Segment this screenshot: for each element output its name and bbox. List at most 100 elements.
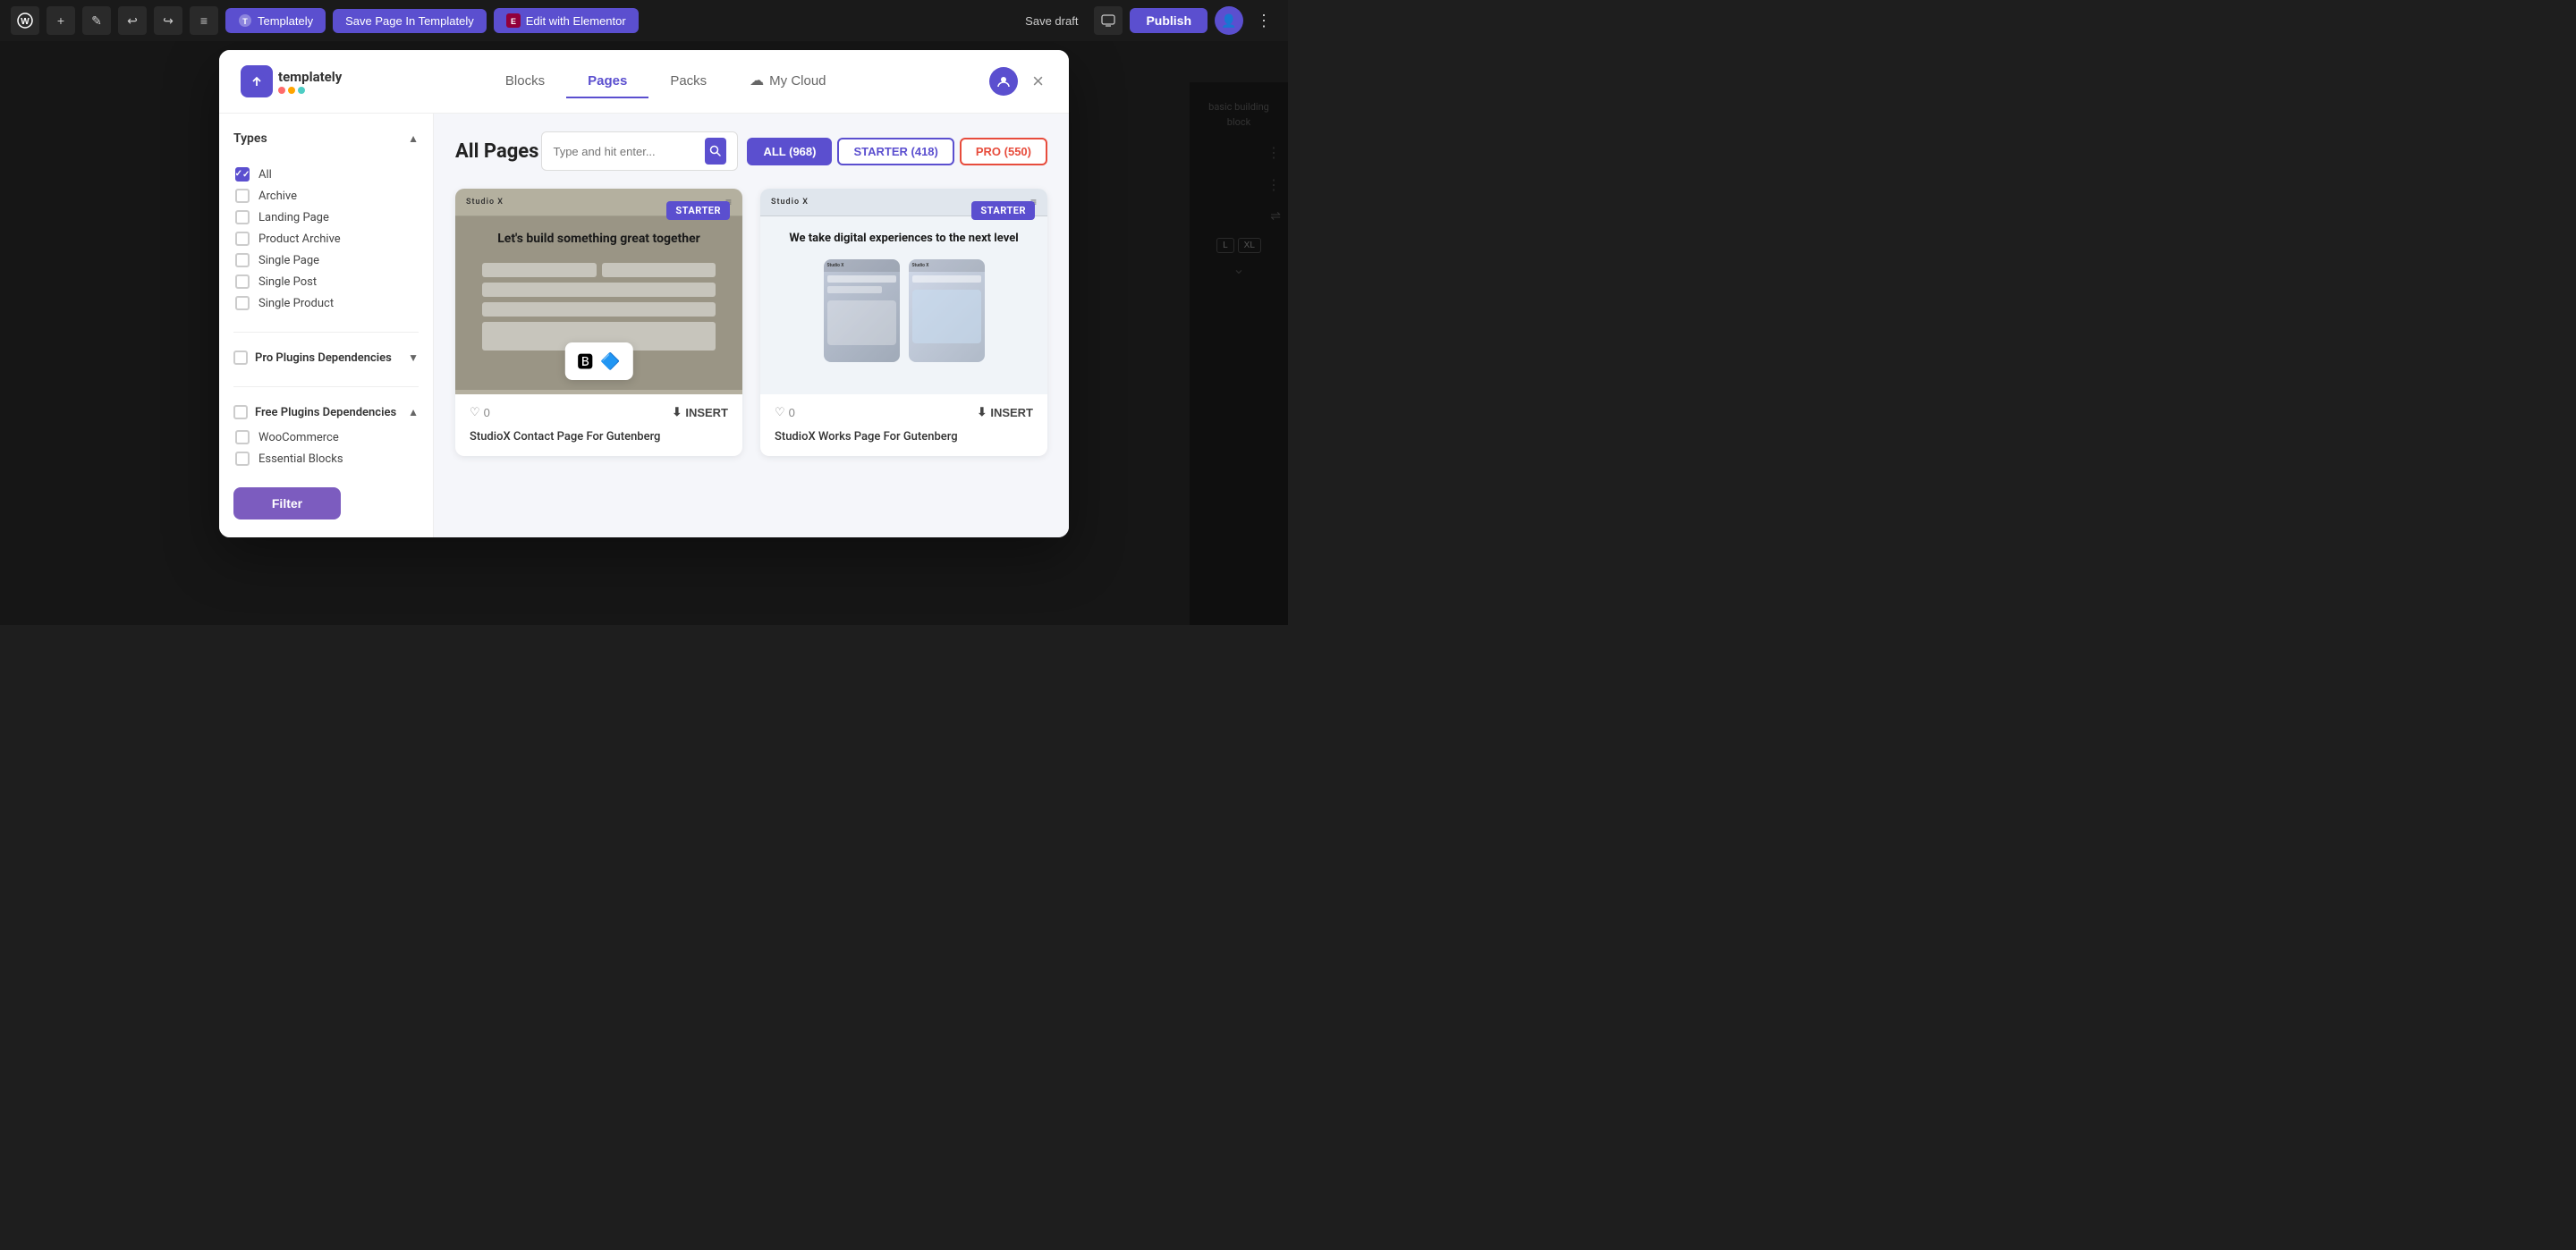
modal-header: templately Blocks P [219,50,1069,114]
phone-right-content [909,272,985,347]
redo-button[interactable]: ↪ [154,6,182,35]
filter-item-archive[interactable]: Archive [233,185,419,207]
checkbox-essential-blocks[interactable] [235,452,250,466]
filter-item-single-product[interactable]: Single Product [233,292,419,314]
tab-packs[interactable]: Packs [648,64,728,98]
card-1-preview[interactable]: Studio X ≡ Let's build something great t… [455,189,742,394]
save-page-button[interactable]: Save Page In Templately [333,9,487,33]
card-2-heading: We take digital experiences to the next … [789,231,1018,247]
plugin-icon-gutenberg: 🔷 [600,352,620,371]
filter-item-all[interactable]: ✓ All [233,164,419,185]
filter-tab-all[interactable]: ALL (968) [747,138,832,165]
card-1-insert-label: INSERT [685,406,728,419]
checkbox-archive[interactable] [235,189,250,203]
filter-item-woocommerce[interactable]: WooCommerce [233,427,419,448]
tab-mycloud[interactable]: ☁ My Cloud [728,64,847,98]
pro-plugins-header: Pro Plugins Dependencies [233,351,392,365]
svg-text:W: W [21,17,30,27]
checkbox-single-product[interactable] [235,296,250,310]
svg-text:T: T [242,17,248,26]
filter-item-landing[interactable]: Landing Page [233,207,419,228]
card-2-heart-button[interactable]: ♡ 0 [775,405,795,419]
save-draft-button[interactable]: Save draft [1016,9,1087,33]
save-page-label: Save Page In Templately [345,14,474,28]
card-1-heart-count: 0 [484,406,490,419]
more-options-button[interactable]: ⋮ [1250,8,1277,34]
phone-left-content [824,272,900,349]
filter-item-single-page[interactable]: Single Page [233,249,419,271]
card-2-insert-button[interactable]: ⬇ INSERT [977,405,1033,419]
undo-button[interactable]: ↩ [118,6,147,35]
wp-logo-button[interactable]: W [11,6,39,35]
tab-blocks[interactable]: Blocks [484,64,566,98]
tab-pages[interactable]: Pages [566,64,648,98]
card-2-insert-label: INSERT [990,406,1033,419]
logo-icon [241,65,273,97]
add-new-button[interactable]: + [47,6,75,35]
edit-elementor-label: Edit with Elementor [526,14,626,28]
card-1-studio-logo: Studio X [466,198,504,207]
templately-button[interactable]: T Templately [225,8,326,33]
checkbox-landing[interactable] [235,210,250,224]
edit-icon-button[interactable]: ✎ [82,6,111,35]
checkbox-product-archive[interactable] [235,232,250,246]
card-1-heading: Let's build something great together [497,231,700,249]
label-landing: Landing Page [258,211,329,224]
card-2-heart-count: 0 [789,406,795,419]
types-collapse-arrow[interactable]: ▲ [408,132,419,145]
filter-item-essential-blocks[interactable]: Essential Blocks [233,448,419,469]
card-2-footer: ♡ 0 ⬇ INSERT [760,394,1047,430]
filter-item-single-post[interactable]: Single Post [233,271,419,292]
preview-button[interactable] [1094,6,1123,35]
card-2: Studio X ≡ We take digital experiences t… [760,189,1047,456]
user-avatar-button[interactable]: 👤 [1215,6,1243,35]
checkbox-free-plugins[interactable] [233,405,248,419]
filter-tab-pro[interactable]: PRO (550) [960,138,1047,165]
search-box [541,131,738,171]
edit-elementor-button[interactable]: E Edit with Elementor [494,8,639,33]
templately-logo: templately [241,65,342,97]
insert-icon-2: ⬇ [977,405,987,419]
close-modal-button[interactable]: × [1029,68,1047,95]
list-view-button[interactable]: ≡ [190,6,218,35]
free-plugins-title: Free Plugins Dependencies [255,406,396,419]
checkbox-single-post[interactable] [235,274,250,289]
filter-tab-starter[interactable]: STARTER (418) [837,138,953,165]
publish-button[interactable]: Publish [1130,8,1208,33]
logo-text: templately [278,69,342,85]
filter-item-product-archive[interactable]: Product Archive [233,228,419,249]
card-2-actions: ♡ 0 [775,405,795,419]
modal-body: Types ▲ ✓ All Archive [219,114,1069,537]
svg-text:E: E [511,17,516,26]
profile-icon[interactable] [989,67,1018,96]
free-plugins-section: Free Plugins Dependencies ▲ WooCommerce … [233,405,419,469]
card-2-studio-logo: Studio X [771,198,809,207]
divider-1 [233,332,419,333]
checkbox-single-page[interactable] [235,253,250,267]
card-2-content: We take digital experiences to the next … [760,216,1047,390]
checkbox-pro-plugins[interactable] [233,351,248,365]
pro-collapse-arrow[interactable]: ▼ [408,351,419,364]
label-all: All [258,168,272,182]
card-1-insert-button[interactable]: ⬇ INSERT [672,405,728,419]
search-button[interactable] [705,138,727,165]
card-1-heart-button[interactable]: ♡ 0 [470,405,490,419]
main-content: basic building block ⋮ ⋮ ⇌ L XL ⌄ [0,41,1288,625]
label-archive: Archive [258,190,297,203]
free-collapse-arrow[interactable]: ▲ [408,406,419,418]
content-header: All Pages [455,131,1047,171]
card-2-preview[interactable]: Studio X ≡ We take digital experiences t… [760,189,1047,394]
form-field-subject [482,302,715,317]
checkbox-all[interactable]: ✓ [235,167,250,182]
dot-teal [298,87,305,94]
checkbox-woocommerce[interactable] [235,430,250,444]
form-field-email [482,283,715,297]
dot-orange [288,87,295,94]
filter-button[interactable]: Filter [233,487,341,519]
search-input[interactable] [553,145,697,158]
types-section-header: Types ▲ [233,131,419,146]
card-1-footer: ♡ 0 ⬇ INSERT [455,394,742,430]
form-field-first [482,263,596,277]
form-row-1 [482,263,715,277]
label-product-archive: Product Archive [258,232,341,246]
